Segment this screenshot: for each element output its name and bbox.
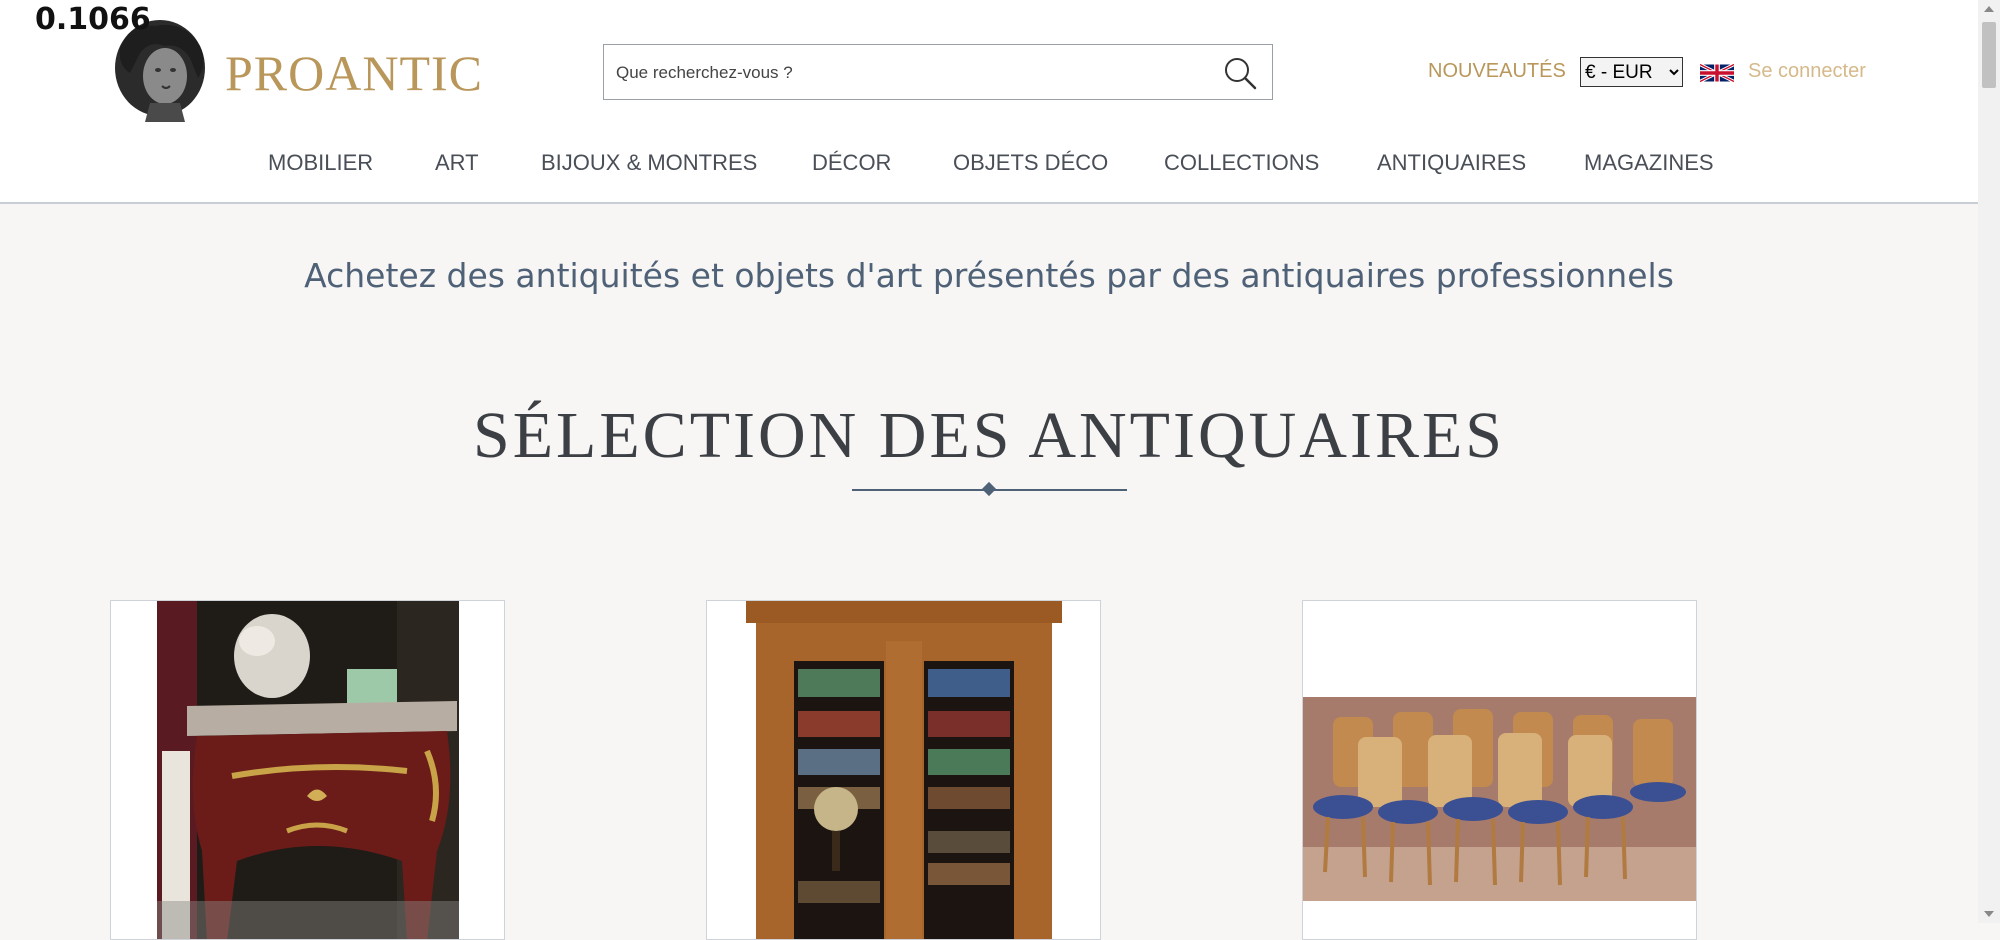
product-card-commode[interactable] (110, 600, 505, 940)
search-icon[interactable] (1222, 55, 1258, 91)
overlay-value: 0.1066 (35, 2, 151, 37)
nav-item-collections[interactable]: COLLECTIONS (1164, 150, 1319, 176)
product-image-bookcase (736, 601, 1072, 939)
title-divider-diamond (981, 481, 997, 497)
page-scrollbar[interactable] (1978, 0, 2000, 923)
scroll-thumb[interactable] (1982, 22, 1996, 88)
uk-flag-icon[interactable] (1700, 62, 1734, 84)
nav-item-mobilier[interactable]: MOBILIER (268, 150, 373, 176)
section-title: SÉLECTION DES ANTIQUAIRES (473, 399, 1505, 472)
search-box (603, 44, 1273, 100)
product-card-chairs[interactable] (1302, 600, 1697, 940)
site-header: PROANTIC NOUVEAUTÉS € - EUR Se connecter… (0, 0, 1978, 204)
scroll-up-arrow-icon[interactable] (1984, 6, 1994, 12)
currency-select[interactable]: € - EUR (1580, 57, 1683, 87)
search-input[interactable] (614, 55, 1198, 91)
nav-item-objets-deco[interactable]: OBJETS DÉCO (953, 150, 1108, 176)
nav-item-bijoux-montres[interactable]: BIJOUX & MONTRES (541, 150, 757, 176)
scroll-down-arrow-icon[interactable] (1984, 911, 1994, 917)
page-tagline: Achetez des antiquités et objets d'art p… (304, 256, 1674, 295)
logo-text[interactable]: PROANTIC (225, 44, 483, 102)
nav-item-art[interactable]: ART (435, 150, 479, 176)
nav-item-antiquaires[interactable]: ANTIQUAIRES (1377, 150, 1526, 176)
nav-item-decor[interactable]: DÉCOR (812, 150, 891, 176)
main-nav: MOBILIER ART BIJOUX & MONTRES DÉCOR OBJE… (0, 150, 1978, 180)
product-card-bookcase[interactable] (706, 600, 1101, 940)
product-image-chairs (1303, 697, 1696, 901)
nav-item-magazines[interactable]: MAGAZINES (1584, 150, 1714, 176)
login-link[interactable]: Se connecter (1748, 60, 1866, 83)
product-image-commode (157, 601, 459, 939)
new-arrivals-link[interactable]: NOUVEAUTÉS (1428, 60, 1566, 83)
